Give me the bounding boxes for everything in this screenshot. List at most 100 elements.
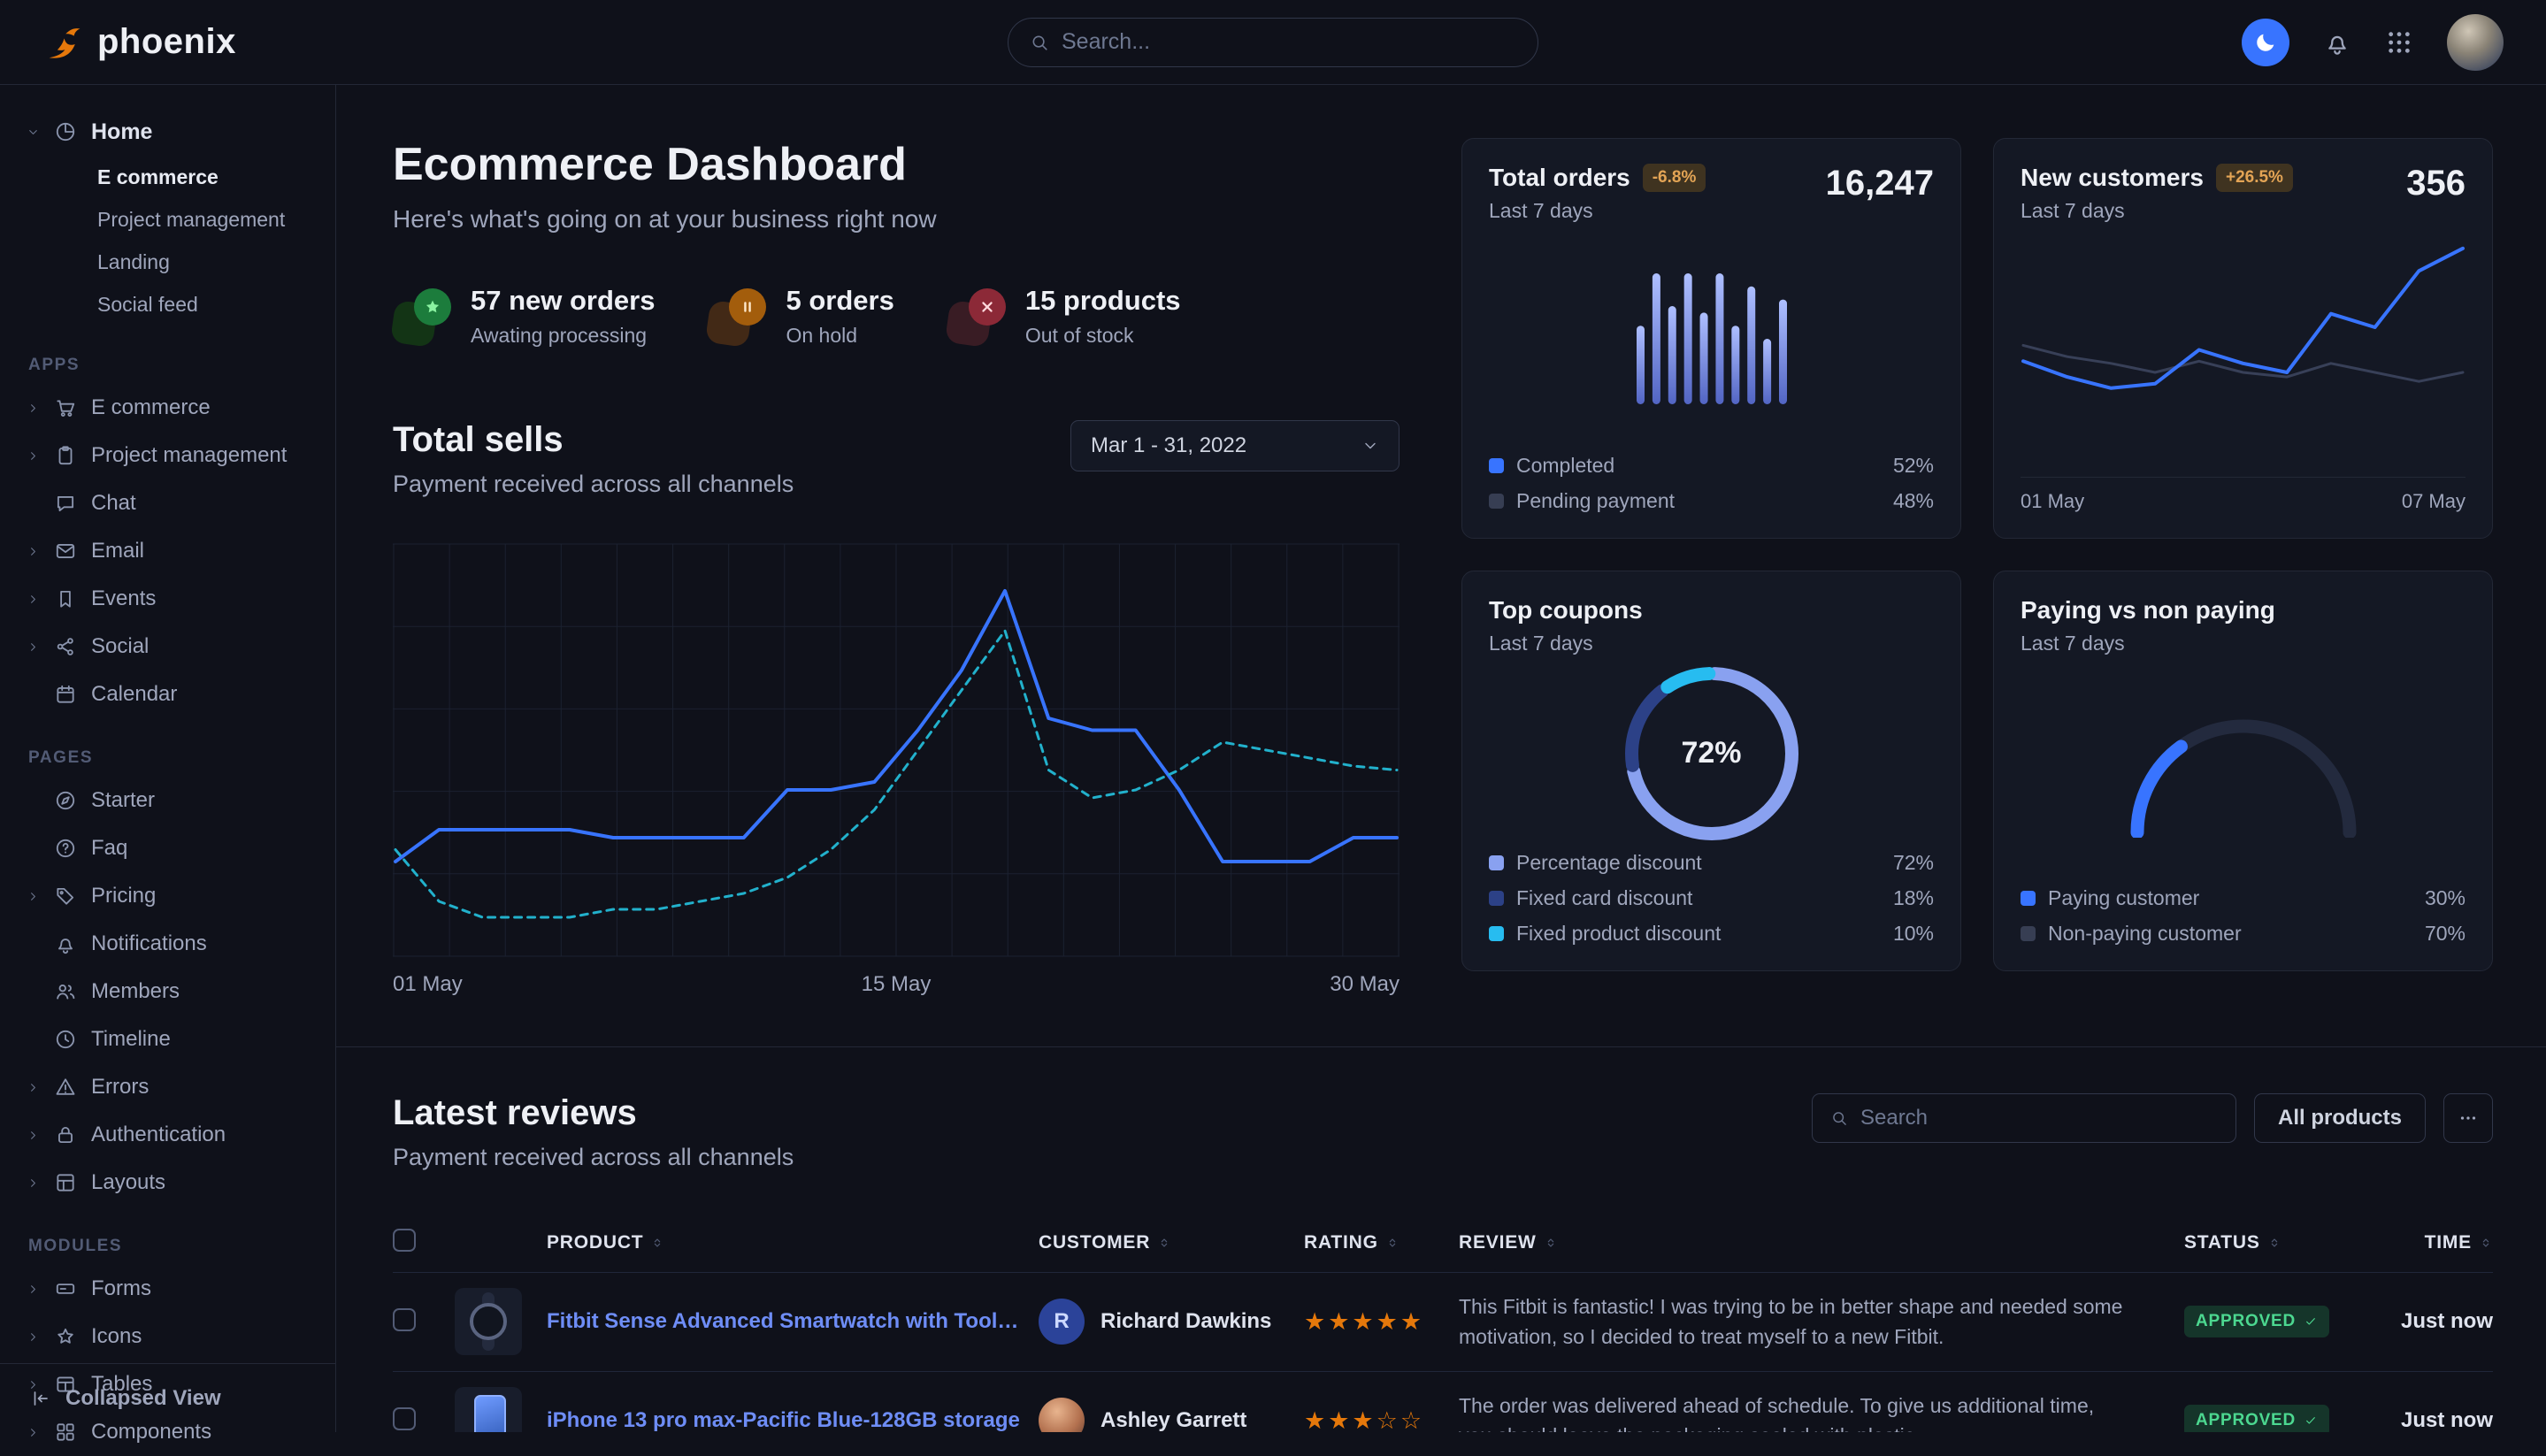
column-header-rating[interactable]: RATING xyxy=(1304,1214,1459,1272)
sidebar-section-title: MODULES xyxy=(28,1237,335,1256)
sidebar-item-chat[interactable]: Chat xyxy=(0,479,335,527)
reviews-table: PRODUCTCUSTOMERRATINGREVIEWSTATUSTIME Fi… xyxy=(393,1214,2493,1432)
sidebar-item-layouts[interactable]: Layouts xyxy=(0,1159,335,1207)
row-checkbox[interactable] xyxy=(393,1308,416,1331)
sidebar-item-e-commerce[interactable]: E commerce xyxy=(0,384,335,432)
apps-grid-icon[interactable] xyxy=(2385,28,2413,57)
sidebar-item-starter[interactable]: Starter xyxy=(0,777,335,824)
collapsed-view-toggle[interactable]: Collapsed View xyxy=(0,1363,335,1432)
search-icon xyxy=(1030,33,1049,52)
phoenix-logo-icon xyxy=(42,21,85,64)
card-title: Top coupons xyxy=(1489,596,1643,625)
legend-swatch xyxy=(1489,494,1504,509)
legend-item: Fixed card discount 18% xyxy=(1489,886,1934,910)
search-input[interactable] xyxy=(1062,29,1516,55)
card-total-orders: Total orders -6.8% Last 7 days 16,247 Co… xyxy=(1461,138,1961,539)
reviews-search-input[interactable] xyxy=(1860,1106,2218,1130)
product-thumbnail[interactable] xyxy=(455,1288,522,1355)
row-checkbox[interactable] xyxy=(393,1407,416,1430)
sidebar-item-faq[interactable]: Faq xyxy=(0,824,335,872)
customer-avatar xyxy=(1039,1398,1085,1432)
sidebar-item-social[interactable]: Social xyxy=(0,623,335,671)
more-options-button[interactable] xyxy=(2443,1093,2493,1143)
chevron-right-icon xyxy=(27,402,40,415)
column-header-customer[interactable]: CUSTOMER xyxy=(1039,1214,1304,1272)
card-value: 356 xyxy=(2406,164,2465,203)
column-header-review[interactable]: REVIEW xyxy=(1459,1214,2184,1272)
date-range-select[interactable]: Mar 1 - 31, 2022 xyxy=(1070,420,1400,471)
sidebar-item-label: Calendar xyxy=(91,682,177,707)
all-products-filter-button[interactable]: All products xyxy=(2254,1093,2426,1143)
column-header-product[interactable]: PRODUCT xyxy=(455,1214,1039,1272)
sidebar-item-calendar[interactable]: Calendar xyxy=(0,671,335,718)
legend-item: Non-paying customer 70% xyxy=(2021,922,2465,946)
clipboard-icon xyxy=(54,444,77,467)
notifications-bell-icon[interactable] xyxy=(2323,28,2351,57)
legend-swatch xyxy=(1489,926,1504,941)
reviews-search[interactable] xyxy=(1812,1093,2236,1143)
select-all-checkbox[interactable] xyxy=(393,1229,416,1252)
customer-name: Richard Dawkins xyxy=(1100,1309,1271,1334)
sidebar-item-events[interactable]: Events xyxy=(0,575,335,623)
sidebar-item-label: Forms xyxy=(91,1276,151,1301)
legend-item: Fixed product discount 10% xyxy=(1489,922,1934,946)
sidebar-item-email[interactable]: Email xyxy=(0,527,335,575)
status-badge: APPROVED xyxy=(2184,1306,2329,1337)
product-link[interactable]: Fitbit Sense Advanced Smartwatch with To… xyxy=(547,1309,1024,1334)
stat-caption: Out of stock xyxy=(1025,324,1181,348)
sidebar-item-pricing[interactable]: Pricing xyxy=(0,872,335,920)
sidebar-item-project-management[interactable]: Project management xyxy=(0,432,335,479)
user-avatar[interactable] xyxy=(2447,14,2504,71)
sidebar-section-title: PAGES xyxy=(28,748,335,768)
sidebar-subitem-project-management[interactable]: Project management xyxy=(0,198,335,241)
sort-icon xyxy=(2267,1236,2281,1250)
sidebar-item-forms[interactable]: Forms xyxy=(0,1265,335,1313)
legend-swatch xyxy=(1489,855,1504,870)
sidebar-group-home: Home E commerceProject managementLanding… xyxy=(0,108,335,326)
calendar-icon xyxy=(54,683,77,706)
theme-toggle-button[interactable] xyxy=(2242,19,2289,66)
share-icon xyxy=(54,635,77,658)
trend-badge: +26.5% xyxy=(2216,164,2293,192)
star-icon xyxy=(423,297,442,317)
stat-caption: On hold xyxy=(786,324,893,348)
card-paying-vs-non-paying: Paying vs non paying Last 7 days Paying … xyxy=(1993,571,2493,971)
sidebar-item-icons[interactable]: Icons xyxy=(0,1313,335,1360)
legend-value: 18% xyxy=(1893,886,1934,910)
sidebar-subitem-landing[interactable]: Landing xyxy=(0,241,335,283)
question-icon xyxy=(54,837,77,860)
sidebar-section: APPS E commerce Project management Chat … xyxy=(0,356,335,718)
sidebar-item-members[interactable]: Members xyxy=(0,968,335,1015)
global-search[interactable] xyxy=(1008,18,1538,67)
review-text: The order was delivered ahead of schedul… xyxy=(1459,1391,2158,1433)
sidebar-item-timeline[interactable]: Timeline xyxy=(0,1015,335,1063)
customer-avatar: R xyxy=(1039,1299,1085,1345)
column-header-time[interactable]: TIME xyxy=(2383,1214,2493,1272)
column-header-status[interactable]: STATUS xyxy=(2184,1214,2383,1272)
stat-value: 5 orders xyxy=(786,285,893,317)
sidebar-subitem-social-feed[interactable]: Social feed xyxy=(0,283,335,326)
sidebar-item-label: Layouts xyxy=(91,1170,165,1195)
collapse-icon xyxy=(30,1388,51,1409)
sidebar-subitem-e-commerce[interactable]: E commerce xyxy=(0,156,335,198)
top-coupons-donut-chart: 72% xyxy=(1623,665,1800,842)
sidebar-item-home[interactable]: Home xyxy=(0,108,335,156)
card-period: Last 7 days xyxy=(2021,199,2293,223)
sidebar-item-errors[interactable]: Errors xyxy=(0,1063,335,1111)
card-title: Paying vs non paying xyxy=(2021,596,2275,625)
sidebar-item-authentication[interactable]: Authentication xyxy=(0,1111,335,1159)
card-value: 16,247 xyxy=(1826,164,1934,203)
product-thumbnail[interactable] xyxy=(455,1387,522,1432)
brand[interactable]: phoenix xyxy=(42,21,236,64)
stat-5-orders: 5 orders On hold xyxy=(708,285,893,348)
x-label: 30 May xyxy=(1330,972,1400,997)
product-link[interactable]: iPhone 13 pro max-Pacific Blue-128GB sto… xyxy=(547,1408,1020,1432)
total-sells-section: Total sells Payment received across all … xyxy=(393,420,1400,997)
cart-icon xyxy=(54,396,77,419)
sidebar-item-notifications[interactable]: Notifications xyxy=(0,920,335,968)
check-icon xyxy=(2304,1414,2318,1428)
card-top-coupons: Top coupons Last 7 days 72% Percentage d… xyxy=(1461,571,1961,971)
pie-icon xyxy=(54,120,77,143)
section-title: Latest reviews xyxy=(393,1093,794,1133)
clock-icon xyxy=(54,1028,77,1051)
